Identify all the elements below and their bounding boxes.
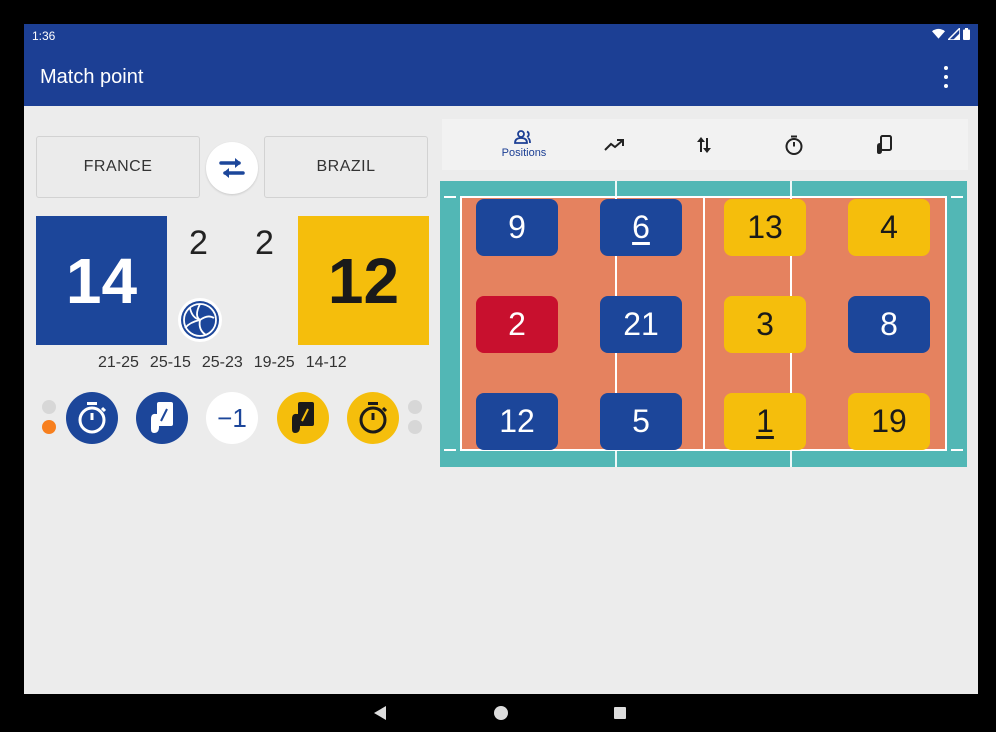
set-score: 25-23 bbox=[201, 354, 243, 371]
status-time: 1:36 bbox=[32, 29, 56, 43]
overflow-menu-icon[interactable] bbox=[934, 64, 958, 90]
tab-positions-label: Positions bbox=[501, 147, 547, 159]
timeout-dot-right bbox=[408, 400, 422, 414]
back-icon[interactable] bbox=[372, 705, 388, 721]
score-right-button[interactable]: 12 bbox=[298, 216, 429, 345]
player-card[interactable]: 9 bbox=[476, 199, 558, 256]
player-card[interactable]: 21 bbox=[600, 296, 682, 353]
tab-trend[interactable] bbox=[569, 119, 659, 170]
timeout-dot-right bbox=[408, 420, 422, 434]
substitution-card-icon bbox=[292, 402, 314, 433]
player-card-captain[interactable]: 1 bbox=[724, 393, 806, 450]
swap-vertical-icon bbox=[697, 136, 711, 153]
team-left-button[interactable]: FRANCE bbox=[36, 136, 200, 198]
swap-teams-button[interactable] bbox=[206, 142, 258, 194]
tab-substitution-cards[interactable] bbox=[839, 119, 929, 170]
score-left-button[interactable]: 14 bbox=[36, 216, 167, 345]
court-line-tick bbox=[444, 196, 456, 198]
set-score: 25-15 bbox=[149, 354, 191, 371]
people-icon bbox=[514, 130, 531, 144]
court-area: 9 6 2 21 12 5 13 4 3 8 1 19 bbox=[440, 181, 967, 467]
player-card[interactable]: 3 bbox=[724, 296, 806, 353]
trending-up-icon bbox=[604, 138, 624, 151]
wifi-icon bbox=[932, 28, 945, 39]
volleyball-icon bbox=[181, 301, 219, 339]
set-score: 14-12 bbox=[305, 354, 347, 371]
page-title: Match point bbox=[40, 66, 144, 88]
stopwatch-icon bbox=[785, 135, 803, 155]
court-line-tick bbox=[951, 196, 963, 198]
recents-icon[interactable] bbox=[612, 705, 628, 721]
player-card[interactable]: 12 bbox=[476, 393, 558, 450]
home-icon[interactable] bbox=[493, 705, 509, 721]
player-card-libero[interactable]: 2 bbox=[476, 296, 558, 353]
substitution-card-icon bbox=[151, 402, 173, 433]
stopwatch-icon bbox=[359, 402, 388, 434]
team-right-button[interactable]: BRAZIL bbox=[264, 136, 428, 198]
court: 9 6 2 21 12 5 13 4 3 8 1 19 bbox=[460, 196, 947, 451]
app-window: 1:36 Match point FRANCE BRAZIL 14 2 2 12 bbox=[24, 24, 978, 694]
status-bar: 1:36 bbox=[24, 24, 978, 48]
system-nav-bar bbox=[0, 694, 996, 732]
undo-point-button[interactable]: −1 bbox=[206, 392, 258, 444]
sets-right: 2 bbox=[255, 224, 274, 262]
substitution-right-button[interactable] bbox=[277, 392, 329, 444]
player-card[interactable]: 4 bbox=[848, 199, 930, 256]
tab-positions[interactable]: Positions bbox=[479, 119, 569, 170]
player-card-libero[interactable]: 8 bbox=[848, 296, 930, 353]
substitution-left-button[interactable] bbox=[136, 392, 188, 444]
tab-substitutions[interactable] bbox=[659, 119, 749, 170]
set-scores: 21-25 25-15 25-23 19-25 14-12 bbox=[98, 354, 347, 372]
court-line-tick bbox=[444, 449, 456, 451]
player-card[interactable]: 13 bbox=[724, 199, 806, 256]
stopwatch-icon bbox=[78, 402, 107, 434]
tab-timeouts[interactable] bbox=[749, 119, 839, 170]
signal-icon bbox=[948, 28, 960, 40]
timeout-dot-left-used bbox=[42, 420, 56, 434]
battery-icon bbox=[963, 28, 970, 40]
center-line bbox=[703, 198, 705, 449]
team-right-name: BRAZIL bbox=[316, 158, 376, 175]
sets-left: 2 bbox=[189, 224, 208, 262]
team-left-name: FRANCE bbox=[83, 158, 153, 175]
substitution-card-icon bbox=[877, 134, 892, 154]
serve-indicator bbox=[178, 298, 222, 342]
timeout-right-button[interactable] bbox=[347, 392, 399, 444]
set-score: 21-25 bbox=[98, 354, 139, 371]
timeout-left-button[interactable] bbox=[66, 392, 118, 444]
player-card[interactable]: 19 bbox=[848, 393, 930, 450]
timeout-dot-left bbox=[42, 400, 56, 414]
court-line-tick bbox=[951, 449, 963, 451]
player-card-captain[interactable]: 6 bbox=[600, 199, 682, 256]
tab-bar: Positions bbox=[442, 119, 968, 170]
swap-horizontal-icon bbox=[219, 158, 245, 178]
player-card[interactable]: 5 bbox=[600, 393, 682, 450]
set-score: 19-25 bbox=[253, 354, 295, 371]
app-bar: Match point bbox=[24, 48, 978, 106]
